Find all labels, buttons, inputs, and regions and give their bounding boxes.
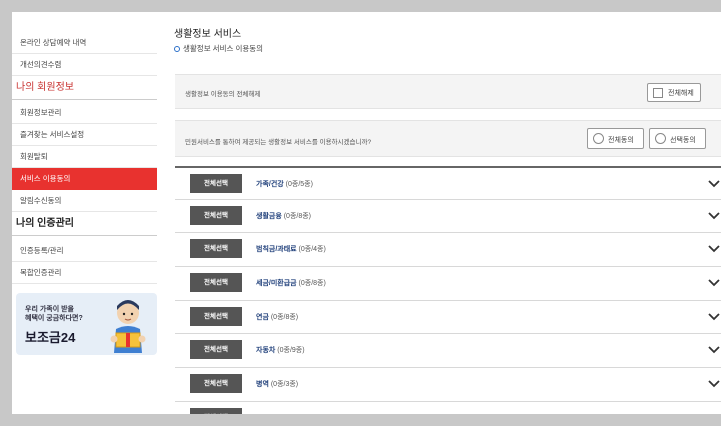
agree-all-radio[interactable]: 전체동의 xyxy=(587,128,644,149)
category-row[interactable]: 전체선택 자동차 (0종/9종) xyxy=(175,334,721,369)
category-row[interactable]: 전체선택 세금/미환급금 (0종/8종) xyxy=(175,267,721,301)
category-row[interactable]: 전체선택 연금 (0종/8종) xyxy=(175,301,721,335)
banner-brand: 보조금24 xyxy=(25,330,76,345)
select-all-button[interactable]: 전체선택 xyxy=(190,273,242,293)
select-all-button[interactable]: 전체선택 xyxy=(190,407,242,414)
radio-icon xyxy=(593,133,604,144)
sidebar-item-service-consent[interactable]: 서비스 이용동의 xyxy=(12,168,157,190)
chevron-down-icon[interactable] xyxy=(707,377,721,391)
sidebar-item-multi-auth[interactable]: 복합인증관리 xyxy=(12,262,157,284)
select-all-button[interactable]: 전체선택 xyxy=(190,340,242,360)
category-label: 범칙금/과태료 (0종/4종) xyxy=(256,246,326,254)
subsidy24-banner[interactable]: 우리 가족이 받을 혜택이 궁금하다면? 보조금24 xyxy=(16,293,157,355)
mascot-illustration xyxy=(110,300,146,353)
agree-select-radio[interactable]: 선택동의 xyxy=(649,128,706,149)
banner-text: 우리 가족이 받을 혜택이 궁금하다면? xyxy=(25,306,83,322)
chevron-down-icon[interactable] xyxy=(707,209,721,223)
category-label: 세금/미환급금 (0종/8종) xyxy=(256,280,326,288)
main-content: 생활정보 서비스 생활정보 서비스 이용동의 생활정보 이용동의 전체해제 전체… xyxy=(174,12,721,414)
category-label: 자동차 (0종/9종) xyxy=(256,347,305,355)
chevron-down-icon[interactable] xyxy=(707,411,721,414)
sidebar-item-notification-consent[interactable]: 알림수신동의 xyxy=(12,190,157,212)
category-row[interactable]: 전체선택 생활금융 (0종/8종) xyxy=(175,200,721,234)
select-all-button[interactable]: 전체선택 xyxy=(190,205,242,225)
select-all-button[interactable]: 전체선택 xyxy=(190,306,242,326)
category-label: 연금 (0종/8종) xyxy=(256,313,299,321)
revoke-all-text: 생활정보 이용동의 전체해제 xyxy=(185,91,261,98)
sidebar-item-online-consult[interactable]: 온라인 상담예약 내역 xyxy=(12,32,157,54)
sidebar: 온라인 상담예약 내역 개선의견수렴 나의 회원정보 회원정보관리 즐겨찾는 서… xyxy=(12,12,157,414)
sidebar-section-member-info[interactable]: 나의 회원정보 xyxy=(12,76,157,100)
bullet-icon xyxy=(174,46,180,52)
chevron-down-icon[interactable] xyxy=(707,276,721,290)
sidebar-item-favorites[interactable]: 즐겨찾는 서비스설정 xyxy=(12,124,157,146)
category-row[interactable]: 전체선택 병역 (0종/3종) xyxy=(175,368,721,402)
select-all-button[interactable]: 전체선택 xyxy=(190,239,242,259)
category-row[interactable]: 전체선택주택/복지 (0종/11종) xyxy=(175,402,721,414)
sidebar-item-withdraw[interactable]: 회원탈퇴 xyxy=(12,146,157,168)
sidebar-item-member-manage[interactable]: 회원정보관리 xyxy=(12,102,157,124)
sidebar-section-auth[interactable]: 나의 인증관리 xyxy=(12,212,157,236)
category-row[interactable]: 전체선택 범칙금/과태료 (0종/4종) xyxy=(175,233,721,268)
category-label: 병역 (0종/3종) xyxy=(256,381,299,389)
revoke-all-box: 생활정보 이용동의 전체해제 전체해제 xyxy=(175,74,721,109)
page: 온라인 상담예약 내역 개선의견수렴 나의 회원정보 회원정보관리 즐겨찾는 서… xyxy=(12,12,721,414)
sidebar-item-feedback[interactable]: 개선의견수렴 xyxy=(12,54,157,76)
chevron-down-icon[interactable] xyxy=(707,310,721,324)
chevron-down-icon[interactable] xyxy=(707,177,721,191)
page-title: 생활정보 서비스 xyxy=(174,29,242,40)
category-list: 전체선택 가족/건강 (0종/5종) 전체선택 생활금융 (0종/8종) 전체선택 범칙금… xyxy=(175,166,721,414)
category-label: 가족/건강 (0종/5종) xyxy=(256,181,313,188)
checkbox-icon xyxy=(653,88,663,98)
chevron-down-icon[interactable] xyxy=(707,242,721,256)
select-all-button[interactable]: 전체선택 xyxy=(190,174,242,193)
revoke-all-button[interactable]: 전체해제 xyxy=(647,83,701,102)
sidebar-item-auth-register[interactable]: 인증등록/관리 xyxy=(12,240,157,262)
section-subtitle: 생활정보 서비스 이용동의 xyxy=(174,43,263,54)
chevron-down-icon[interactable] xyxy=(707,343,721,357)
radio-icon xyxy=(655,133,666,144)
consent-question: 민원서비스를 통하여 제공되는 생활정보 서비스를 이용하시겠습니까? xyxy=(185,139,372,146)
category-row[interactable]: 전체선택 가족/건강 (0종/5종) xyxy=(175,166,721,200)
category-label: 생활금융 (0종/8종) xyxy=(256,212,311,220)
consent-box: 민원서비스를 통하여 제공되는 생활정보 서비스를 이용하시겠습니까? 전체동의… xyxy=(175,120,721,157)
category-label: 주택/복지 (0종/11종) xyxy=(256,413,316,414)
select-all-button[interactable]: 전체선택 xyxy=(190,374,242,394)
